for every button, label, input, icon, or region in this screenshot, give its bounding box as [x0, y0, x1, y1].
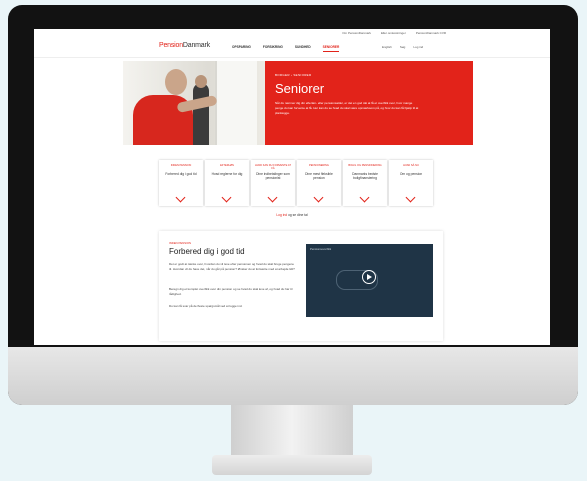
login-prompt-text: og se dine tal	[288, 213, 308, 217]
section-paragraph: Det er godt at tænke over, hvordan du vi…	[169, 262, 295, 271]
page-title: Seniorer	[275, 81, 325, 96]
section-paragraph: Beregn dig et komplet overblik over din …	[169, 287, 293, 296]
section-paragraph: Du kan få svar på de fleste spørgsmål ve…	[169, 304, 243, 308]
card-category: Hvad kan du forvente at få	[254, 164, 292, 170]
login-prompt: Log ind og se dine tal	[34, 213, 550, 217]
breadcrumb[interactable]: BORGER › SENIORER	[275, 73, 311, 77]
logo-text-dark: Danmark	[182, 42, 210, 49]
nav-item-opsparing[interactable]: OPSPARING	[232, 45, 251, 52]
card-title: Dine mest fleksible pension	[305, 172, 333, 180]
topic-card[interactable]: Hvad kan du forvente at få Dine indbetal…	[251, 160, 295, 206]
topic-card[interactable]: Hvad så nu Om og pension	[389, 160, 433, 206]
logo-text-red: Pension	[159, 42, 183, 49]
hero-description: Når du nærmer dig din efterløn- eller pe…	[275, 101, 419, 115]
login-link-inline[interactable]: Log ind	[276, 213, 287, 217]
hero-banner: BORGER › SENIORER Seniorer Når du nærmer…	[123, 61, 473, 145]
nav-item-forsikring[interactable]: FORSIKRING	[263, 45, 283, 52]
card-title: Dine indbetalinger som pensionist	[256, 172, 290, 180]
info-section: Inden pension Forbered dig i god tid Det…	[159, 231, 443, 341]
login-link[interactable]: Log ind	[413, 45, 423, 49]
card-title: Danmarks bedste boligfinansiering	[352, 172, 378, 180]
site-logo[interactable]: PensionDanmark	[159, 42, 210, 49]
card-title: Forbered dig i god tid	[165, 172, 197, 176]
topic-card[interactable]: Bolig og pensionering Danmarks bedste bo…	[343, 160, 387, 206]
header-actions: English Søg Log ind	[382, 45, 423, 49]
monitor-chin	[8, 347, 578, 405]
site-header: PensionDanmark OPSPARING FORSIKRING SUND…	[34, 37, 550, 58]
section-title: Forbered dig i god tid	[169, 247, 245, 256]
utility-link[interactable]: Eller omkostninger	[381, 31, 406, 35]
chevron-down-icon[interactable]	[313, 192, 324, 203]
hero-text-panel: BORGER › SENIORER Seniorer Når du nærmer…	[265, 61, 473, 145]
search-link[interactable]: Søg	[400, 45, 406, 49]
card-title: Om og pension	[399, 172, 423, 176]
card-title: Hvad reglerne for dig	[211, 172, 243, 176]
card-category: Inden pension	[170, 164, 192, 167]
card-category: Pensionering	[309, 164, 329, 167]
chevron-down-icon[interactable]	[221, 192, 232, 203]
section-category: Inden pension	[169, 241, 192, 245]
chevron-down-icon[interactable]	[175, 192, 186, 203]
play-icon	[367, 274, 372, 280]
utility-link[interactable]: Om PensionDanmark	[342, 31, 371, 35]
chevron-down-icon[interactable]	[405, 192, 416, 203]
utility-bar: Om PensionDanmark Eller omkostninger Pen…	[34, 29, 550, 37]
nav-item-sundhed[interactable]: SUNDHED	[295, 45, 311, 52]
main-nav: OPSPARING FORSIKRING SUNDHED SENIORER	[232, 45, 340, 52]
video-player[interactable]: Pensionsoverblik	[306, 244, 433, 317]
card-category: Bolig og pensionering	[348, 164, 382, 167]
topic-card[interactable]: Efterløn Hvad reglerne for dig	[205, 160, 249, 206]
topic-card[interactable]: Pensionering Dine mest fleksible pension	[297, 160, 341, 206]
video-title: Pensionsoverblik	[310, 247, 332, 251]
language-link[interactable]: English	[382, 45, 392, 49]
card-category: Efterløn	[220, 164, 234, 167]
utility-link[interactable]: PensionDanmark CVR	[416, 31, 446, 35]
monitor-base	[212, 455, 372, 475]
hero-photo	[123, 61, 265, 145]
card-category: Hvad så nu	[403, 164, 419, 167]
topic-cards: Inden pension Forbered dig i god tid Eft…	[159, 160, 433, 206]
nav-item-seniorer[interactable]: SENIORER	[322, 45, 340, 52]
chevron-down-icon[interactable]	[267, 192, 278, 203]
chevron-down-icon[interactable]	[359, 192, 370, 203]
browser-screen: Om PensionDanmark Eller omkostninger Pen…	[34, 29, 550, 345]
topic-card[interactable]: Inden pension Forbered dig i god tid	[159, 160, 203, 206]
